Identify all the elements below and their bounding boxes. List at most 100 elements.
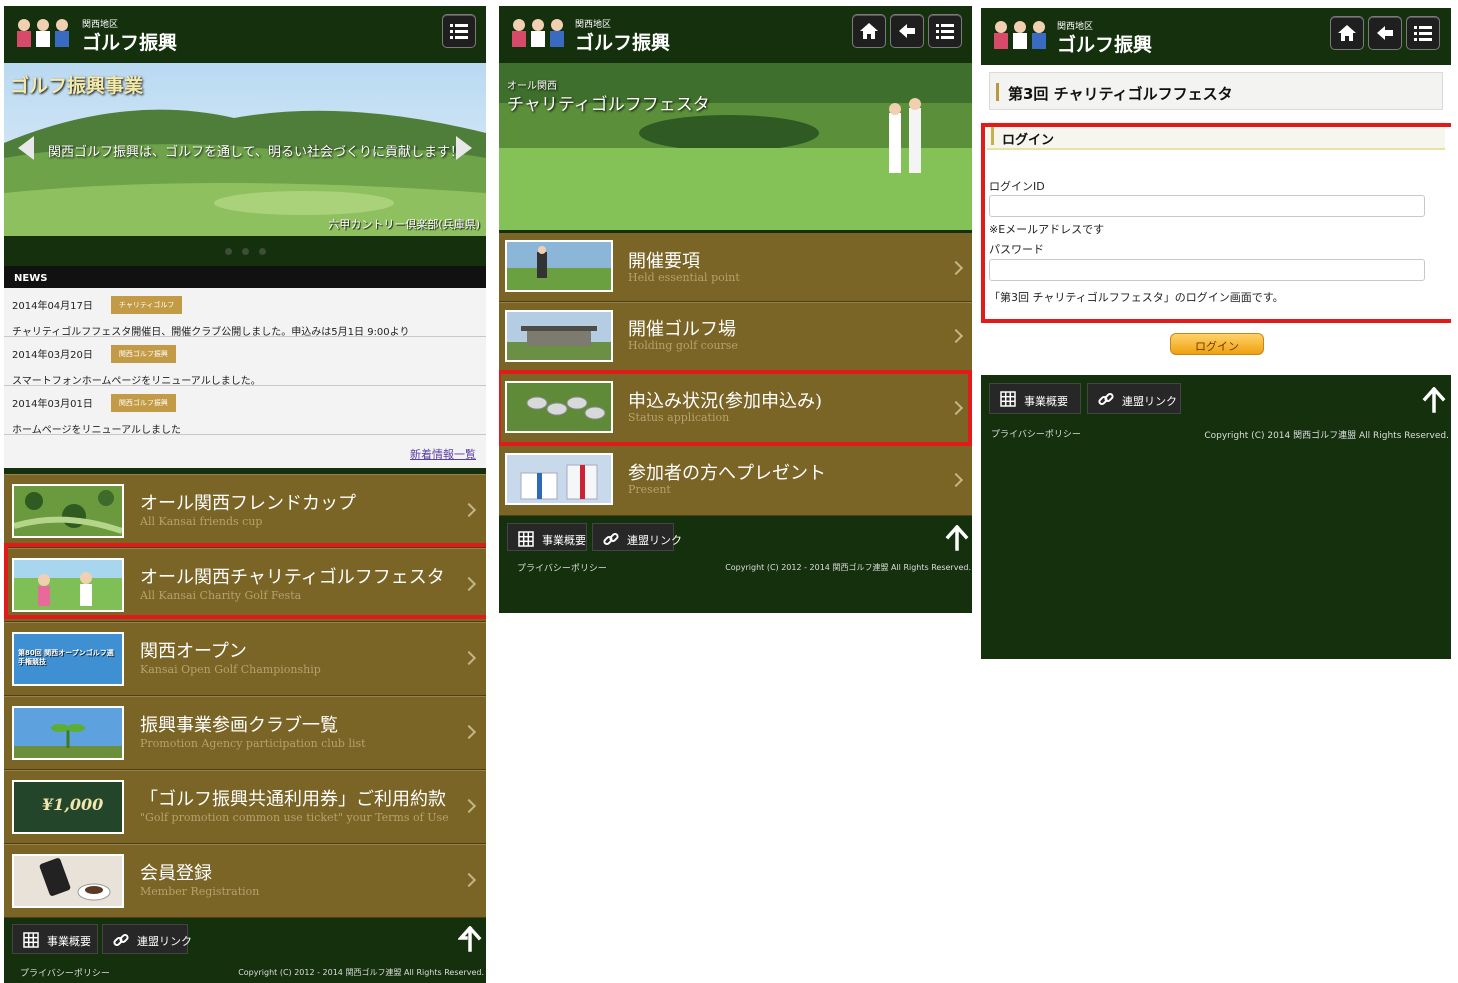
kansai-open-banner-text: 第80回 関西オープンゴルフ選手権競技 (18, 649, 114, 666)
news-date: 2014年04月17日 (12, 301, 93, 312)
sprout-photo (14, 708, 122, 758)
carousel-next-icon[interactable] (456, 136, 472, 160)
menu-list-icon (450, 24, 468, 39)
ticket-amount: ¥1,000 (42, 795, 104, 814)
about-button[interactable]: 事業概要 (989, 383, 1081, 414)
page-title-box: 第3回 チャリティゴルフフェスタ (989, 72, 1443, 110)
menu-item-club-list[interactable]: 振興事業参画クラブ一覧 Promotion Agency participati… (4, 696, 486, 770)
chevron-right-icon (948, 260, 964, 276)
carousel-prev-icon[interactable] (18, 136, 34, 160)
menu-item-member-registration[interactable]: 会員登録 Member Registration (4, 844, 486, 918)
carousel-dot[interactable] (259, 248, 266, 255)
menu-item-kansai-open[interactable]: 第80回 関西オープンゴルフ選手権競技 関西オープン Kansai Open G… (4, 622, 486, 696)
screen-charity-festa: 関西地区 ゴルフ振興 オール関西 チャリティゴルフフェスタ 開催要項 Held … (499, 6, 972, 613)
news-text: ホームページをリニューアルしました (12, 424, 181, 436)
news-item[interactable]: 2014年03月20日 関西ゴルフ振興 スマートフォンホームページをリニューアルし… (4, 337, 486, 387)
up-arrow-icon[interactable] (945, 525, 969, 551)
site-footer: 事業概要 連盟リンク プライバシーポリシー Copyright (C) 2012… (4, 918, 486, 983)
chevron-right-icon (461, 798, 477, 814)
news-tag: 関西ゴルフ振興 (110, 393, 176, 412)
site-title[interactable]: ゴルフ振興 (575, 28, 670, 55)
menu-item-venues[interactable]: 開催ゴルフ場 Holding golf course (499, 302, 972, 372)
menu-item-title: オール関西フレンドカップ (140, 493, 356, 514)
chevron-right-icon (461, 650, 477, 666)
menu-item-title: 関西オープン (140, 641, 247, 662)
privacy-link[interactable]: プライバシーポリシー (20, 966, 110, 979)
chevron-right-icon (461, 724, 477, 740)
hero-title: チャリティゴルフフェスタ (507, 95, 710, 115)
menu-item-title: 開催ゴルフ場 (628, 319, 736, 340)
menu-thumb (505, 310, 613, 362)
hero-carousel[interactable]: ゴルフ振興事業 関西ゴルフ振興は、ゴルフを通して、明るい社会づくりに貢献します！… (4, 63, 486, 236)
site-title[interactable]: ゴルフ振興 (1057, 30, 1152, 57)
privacy-link[interactable]: プライバシーポリシー (517, 561, 607, 574)
menu-item-subtitle: "Golf promotion common use ticket" your … (140, 811, 449, 824)
links-button[interactable]: 連盟リンク (592, 523, 682, 551)
menu-button[interactable] (1406, 16, 1440, 50)
screen-login: 関西地区 ゴルフ振興 第3回 チャリティゴルフフェスタ ログイン ログインID … (981, 8, 1451, 659)
menu-item-subtitle: Present (628, 483, 671, 496)
login-id-input[interactable] (989, 195, 1425, 217)
menu-item-ticket-terms[interactable]: ¥1,000 「ゴルフ振興共通利用券」ご利用約款 "Golf promotion… (4, 770, 486, 844)
menu-item-present[interactable]: 参加者の方へプレゼント Present (499, 444, 972, 516)
carousel-dot[interactable] (225, 248, 232, 255)
carousel-dot[interactable] (242, 248, 249, 255)
links-button[interactable]: 連盟リンク (102, 924, 192, 954)
menu-item-subtitle: Held essential point (628, 271, 740, 284)
about-button[interactable]: 事業概要 (507, 523, 587, 551)
news-text: スマートフォンホームページをリニューアルしました。 (12, 375, 261, 387)
chevron-right-icon (461, 576, 477, 592)
privacy-link[interactable]: プライバシーポリシー (991, 427, 1081, 440)
golfers-on-green-photo (499, 63, 972, 230)
site-footer: 事業概要 連盟リンク プライバシーポリシー Copyright (C) 2012… (499, 516, 972, 613)
menu-item-title: 振興事業参画クラブ一覧 (140, 715, 338, 736)
back-button[interactable] (890, 14, 924, 48)
mascot-logo-icon (507, 16, 571, 52)
menu-list-icon (936, 24, 954, 39)
login-button[interactable]: ログイン (1170, 333, 1264, 355)
news-list: 2014年04月17日 チャリティゴルフ チャリティゴルフフェスタ開催日、開催クラ… (4, 288, 486, 468)
menu-button[interactable] (442, 14, 476, 48)
up-arrow-icon[interactable] (1422, 387, 1446, 413)
up-arrow-icon[interactable] (458, 926, 482, 952)
menu-thumb (12, 558, 124, 612)
password-input[interactable] (989, 259, 1425, 281)
smartphone-coffee-photo (14, 856, 122, 906)
back-button[interactable] (1368, 16, 1402, 50)
chevron-right-icon (948, 328, 964, 344)
menu-thumb (505, 240, 613, 292)
home-button[interactable] (1330, 16, 1364, 50)
home-icon (860, 23, 878, 39)
heading-accent-bar (991, 127, 994, 145)
menu-item-guidelines[interactable]: 開催要項 Held essential point (499, 230, 972, 302)
site-title[interactable]: ゴルフ振興 (82, 28, 177, 55)
menu-thumb (12, 706, 124, 760)
menu-thumb (12, 484, 124, 538)
about-button[interactable]: 事業概要 (12, 924, 98, 954)
golfers-celebrating-photo (14, 560, 122, 610)
menu-item-friends-cup[interactable]: オール関西フレンドカップ All Kansai friends cup (4, 474, 486, 548)
menu-item-charity-golf-festa[interactable]: オール関西チャリティゴルフフェスタ All Kansai Charity Gol… (4, 548, 486, 622)
screen-home: 関西地区 ゴルフ振興 ゴルフ振興事業 関西ゴルフ振興は、ゴルフを通して、明るい社… (4, 6, 486, 983)
login-heading: ログイン (1002, 133, 1055, 148)
hero-title: ゴルフ振興事業 (10, 75, 144, 97)
page-title: 第3回 チャリティゴルフフェスタ (1008, 85, 1233, 103)
news-item[interactable]: 2014年03月01日 関西ゴルフ振興 ホームページをリニューアルしました (4, 386, 486, 436)
news-item[interactable]: 2014年04月17日 チャリティゴルフ チャリティゴルフフェスタ開催日、開催クラ… (4, 288, 486, 338)
menu-thumb (12, 854, 124, 908)
site-header: 関西地区 ゴルフ振興 (499, 6, 972, 63)
menu-item-subtitle: Kansai Open Golf Championship (140, 663, 321, 676)
links-button[interactable]: 連盟リンク (1087, 383, 1181, 414)
menu-item-application-status[interactable]: 申込み状況(参加申込み) Status application (499, 372, 972, 444)
home-button[interactable] (852, 14, 886, 48)
news-text: チャリティゴルフフェスタ開催日、開催クラブ公開しました。申込みは5月1日 9:0… (12, 326, 410, 338)
menu-button[interactable] (928, 14, 962, 48)
about-label: 事業概要 (542, 534, 586, 547)
festa-hero: オール関西 チャリティゴルフフェスタ (499, 63, 972, 230)
site-header: 関西地区 ゴルフ振興 (981, 8, 1451, 65)
news-tag: 関西ゴルフ振興 (110, 344, 176, 363)
grid-icon (23, 932, 39, 948)
menu-item-title: 会員登録 (140, 863, 212, 884)
login-id-label: ログインID (989, 180, 1045, 193)
news-more-link[interactable]: 新着情報一覧 (4, 435, 486, 468)
